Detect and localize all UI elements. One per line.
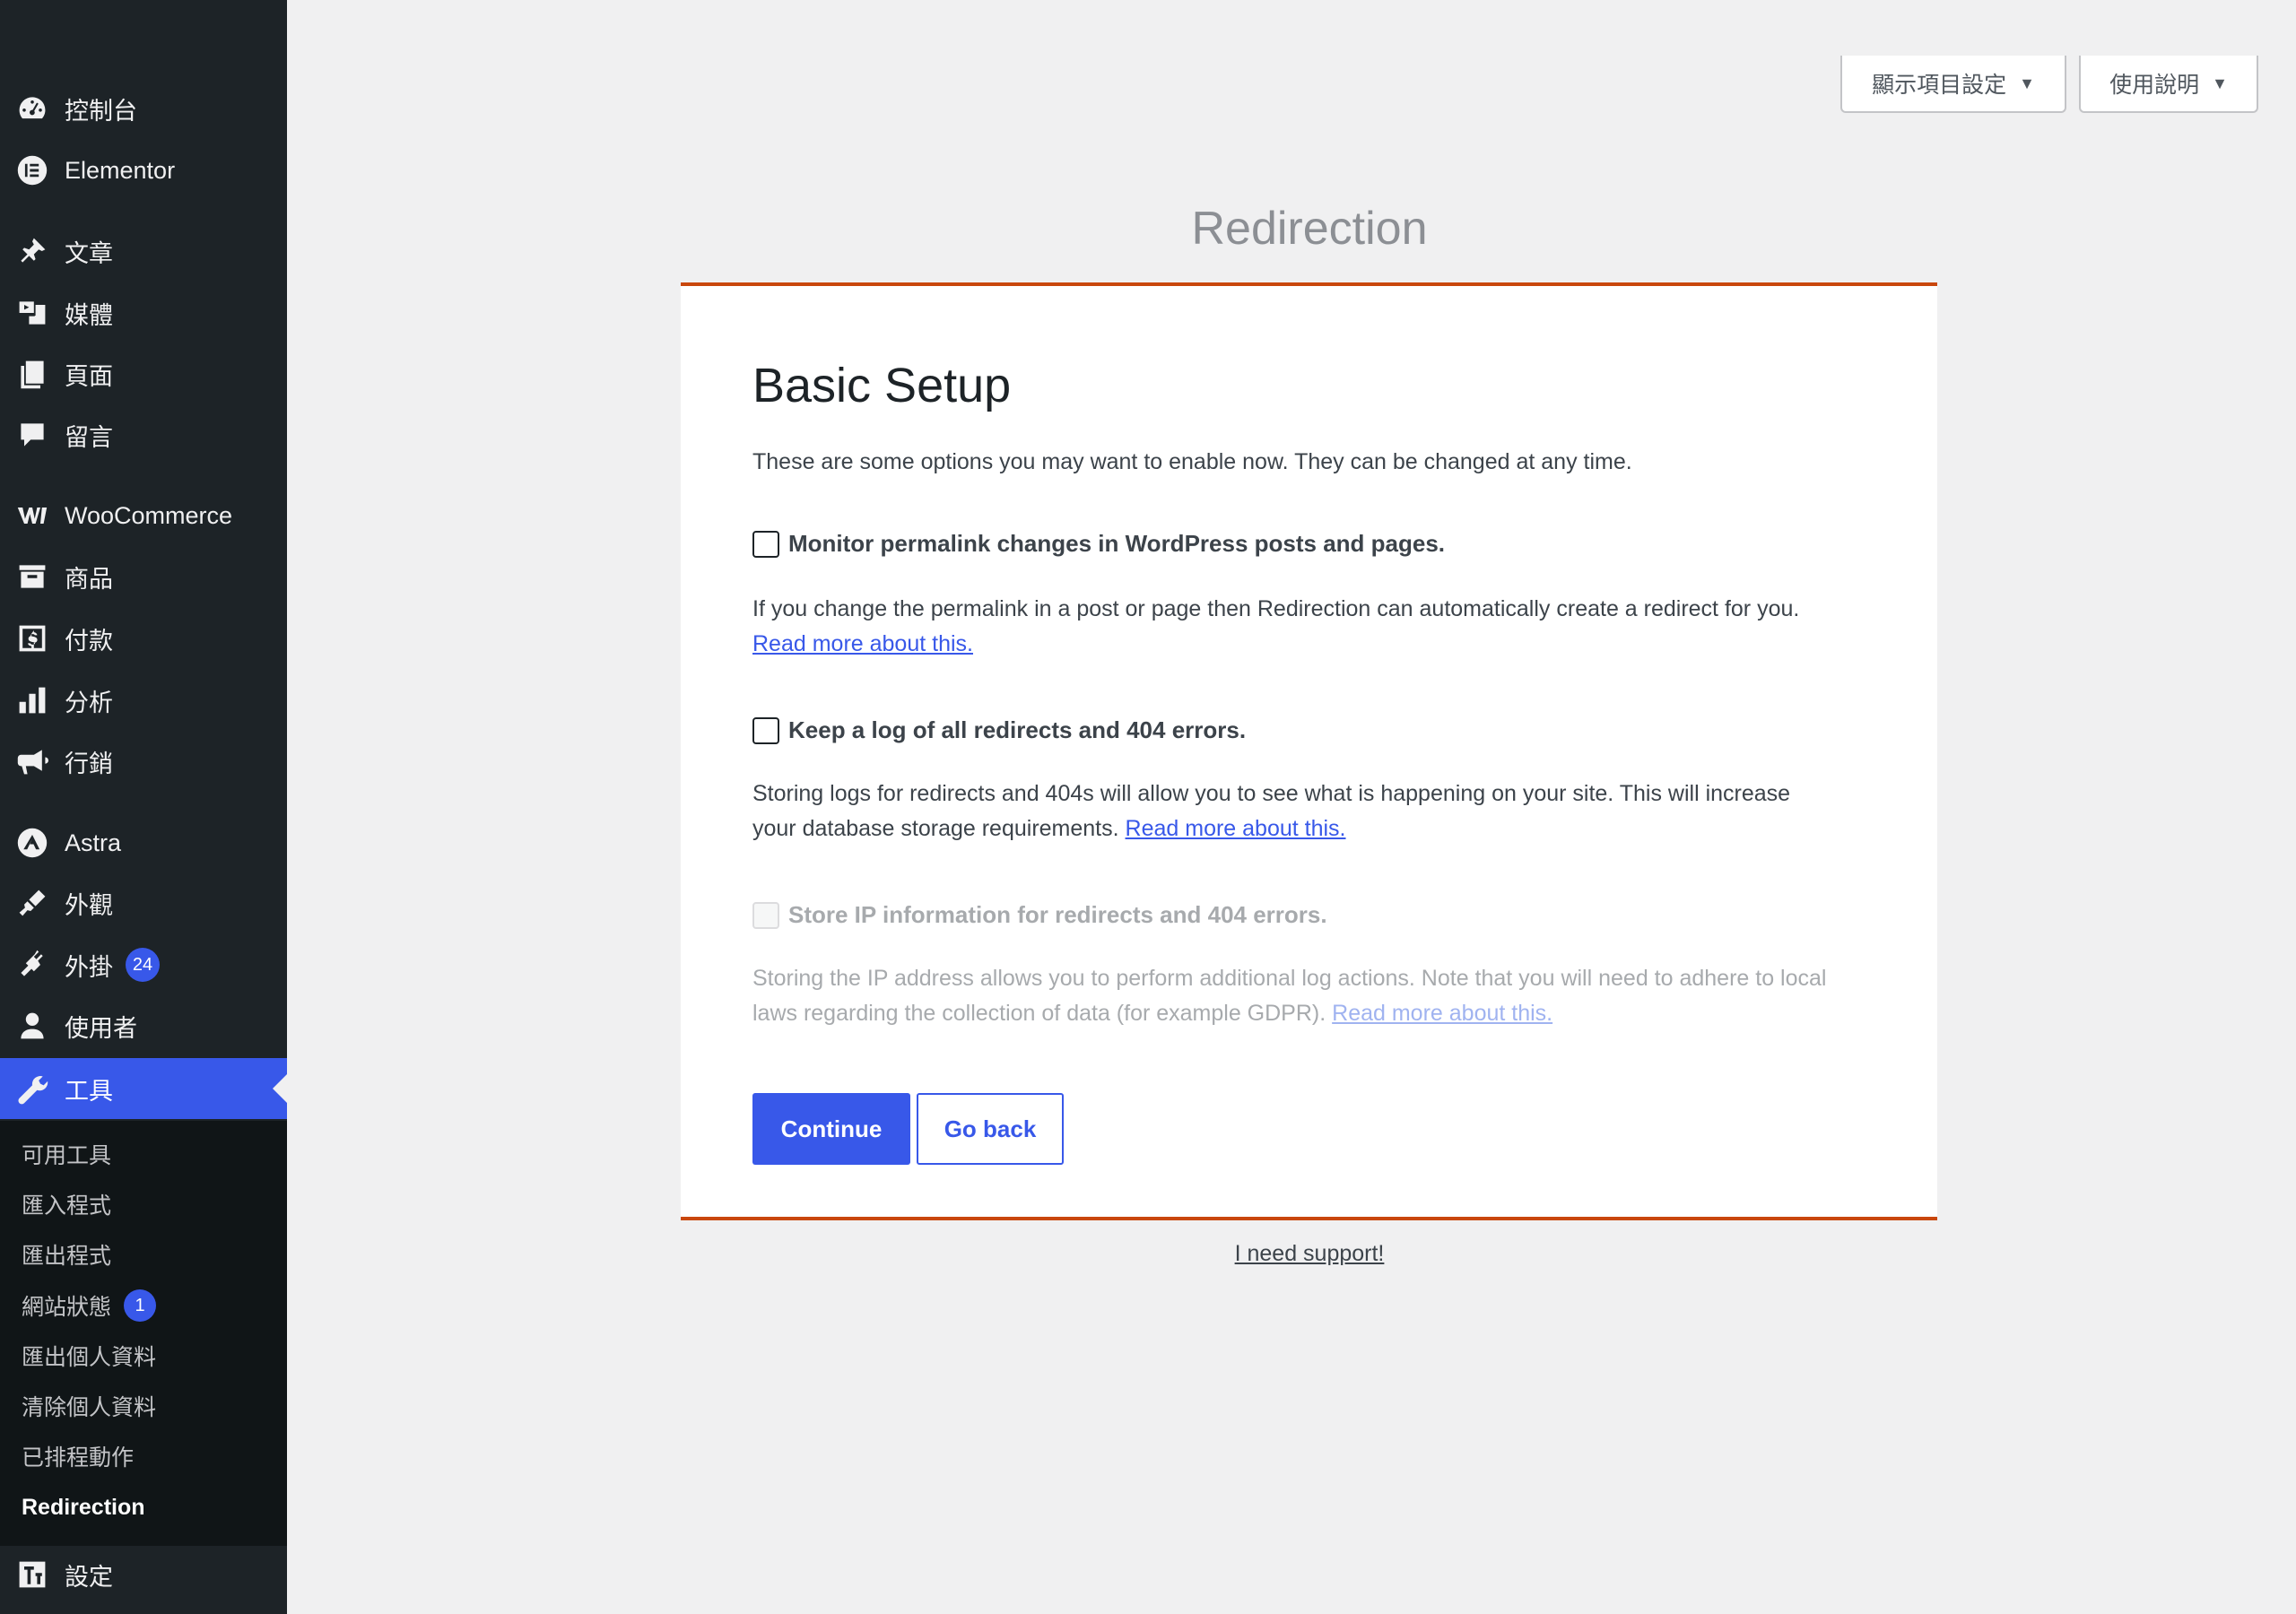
read-more-link: Read more about this.	[1332, 1001, 1553, 1026]
dashboard-icon	[14, 91, 50, 126]
option-label: Store IP information for redirects and 4…	[788, 901, 1327, 928]
sidebar-item-label: Astra	[65, 829, 122, 856]
comment-icon	[14, 417, 50, 453]
option-label: Monitor permalink changes in WordPress p…	[788, 530, 1446, 557]
tools-submenu: 可用工具 匯入程式 匯出程式 網站狀態 1 匯出個人資料 清除個人資料 已排程動…	[0, 1121, 287, 1546]
sidebar-item-label: 留言	[65, 423, 113, 451]
payment-icon	[14, 620, 50, 656]
screen-options-button[interactable]: 顯示項目設定 ▼	[1840, 56, 2066, 113]
sidebar-item-users[interactable]: 使用者	[0, 997, 287, 1054]
sidebar-item-label: 頁面	[65, 362, 113, 390]
option-store-ip: Store IP information for redirects and 4…	[752, 901, 1327, 929]
sidebar-item-payments[interactable]: 付款	[0, 610, 287, 667]
media-icon	[14, 295, 50, 331]
elementor-icon	[14, 152, 50, 188]
plugin-icon	[14, 947, 50, 983]
read-more-link[interactable]: Read more about this.	[1126, 816, 1346, 841]
sidebar-item-settings[interactable]: 設定	[0, 1546, 287, 1603]
support-link[interactable]: I need support!	[682, 1241, 1937, 1267]
pin-icon	[14, 233, 50, 269]
setup-title: Basic Setup	[752, 359, 1012, 412]
setup-panel: Basic Setup These are some options you m…	[681, 282, 1937, 1220]
help-label: 使用說明	[2109, 73, 2200, 98]
sidebar-item-label: Elementor	[65, 156, 176, 184]
sidebar-item-comments[interactable]: 留言	[0, 406, 287, 464]
submenu-item-scheduled-actions[interactable]: 已排程動作	[22, 1438, 134, 1474]
chart-icon	[14, 682, 50, 718]
sidebar-item-pages[interactable]: 頁面	[0, 345, 287, 403]
megaphone-icon	[14, 743, 50, 779]
sidebar-item-label: 控制台	[65, 97, 137, 125]
sidebar-item-label: 付款	[65, 627, 113, 655]
sidebar-item-label: 外觀	[65, 891, 113, 919]
keep-log-checkbox[interactable]	[752, 716, 779, 744]
plugins-update-badge: 24	[126, 948, 160, 982]
read-more-link[interactable]: Read more about this.	[752, 631, 973, 656]
archive-icon	[14, 559, 50, 594]
store-ip-checkbox	[752, 901, 779, 929]
submenu-item-erase-personal-data[interactable]: 清除個人資料	[22, 1388, 156, 1424]
sidebar-item-dashboard[interactable]: 控制台	[0, 80, 287, 137]
submenu-item-available-tools[interactable]: 可用工具	[22, 1136, 111, 1172]
submenu-item-export-personal-data[interactable]: 匯出個人資料	[22, 1338, 156, 1374]
sidebar-item-woocommerce[interactable]: WooCommerce	[0, 487, 287, 544]
sidebar-item-label: 設定	[65, 1563, 113, 1591]
sidebar-item-label: WooCommerce	[65, 501, 233, 529]
sidebar-item-posts[interactable]: 文章	[0, 222, 287, 280]
sidebar-item-products[interactable]: 商品	[0, 548, 287, 605]
sidebar-item-label: 外掛	[65, 953, 113, 981]
sidebar-item-plugins[interactable]: 外掛 24	[0, 936, 287, 994]
sidebar-item-label: 商品	[65, 565, 113, 593]
option-description-text: Storing the IP address allows you to per…	[752, 966, 1827, 1026]
screen-options-label: 顯示項目設定	[1872, 73, 2007, 98]
astra-icon	[14, 825, 50, 861]
continue-button[interactable]: Continue	[752, 1093, 910, 1165]
caret-down-icon: ▼	[2212, 74, 2228, 92]
option-description-text: If you change the permalink in a post or…	[752, 596, 1800, 621]
sidebar-item-analytics[interactable]: 分析	[0, 672, 287, 729]
go-back-button[interactable]: Go back	[917, 1093, 1064, 1165]
submenu-item-label: 網站狀態	[22, 1295, 112, 1320]
sidebar-item-media[interactable]: 媒體	[0, 284, 287, 342]
option-keep-log[interactable]: Keep a log of all redirects and 404 erro…	[752, 716, 1246, 744]
submenu-item-redirection[interactable]: Redirection	[22, 1489, 145, 1525]
admin-sidebar: 控制台 Elementor 文章 媒體 頁面 留言 WooCommerce 商品…	[0, 0, 287, 1614]
caret-down-icon: ▼	[2019, 74, 2035, 92]
sidebar-item-appearance[interactable]: 外觀	[0, 874, 287, 932]
site-health-badge: 1	[124, 1289, 157, 1322]
sidebar-item-label: 文章	[65, 239, 113, 267]
sidebar-item-label: 分析	[65, 689, 113, 716]
brush-icon	[14, 885, 50, 921]
help-button[interactable]: 使用說明 ▼	[2079, 56, 2258, 113]
sidebar-item-marketing[interactable]: 行銷	[0, 733, 287, 790]
sidebar-item-label: 行銷	[65, 750, 113, 777]
option-description: Storing the IP address allows you to per…	[752, 961, 1829, 1031]
monitor-permalinks-checkbox[interactable]	[752, 530, 779, 558]
option-description: Storing logs for redirects and 404s will…	[752, 777, 1829, 846]
pages-icon	[14, 356, 50, 392]
plugin-title: Redirection	[1191, 203, 1428, 255]
wrench-icon	[14, 1071, 50, 1106]
settings-icon	[14, 1557, 50, 1592]
sidebar-item-elementor[interactable]: Elementor	[0, 142, 287, 199]
setup-intro: These are some options you may want to e…	[752, 449, 1632, 474]
submenu-item-export[interactable]: 匯出程式	[22, 1237, 111, 1272]
option-monitor-permalinks[interactable]: Monitor permalink changes in WordPress p…	[752, 530, 1445, 558]
user-icon	[14, 1008, 50, 1044]
sidebar-item-label: 媒體	[65, 301, 113, 329]
woocommerce-icon	[14, 498, 50, 534]
sidebar-item-astra[interactable]: Astra	[0, 814, 287, 872]
option-description: If you change the permalink in a post or…	[752, 592, 1829, 662]
submenu-item-site-health[interactable]: 網站狀態 1	[22, 1288, 157, 1323]
submenu-item-import[interactable]: 匯入程式	[22, 1186, 111, 1222]
sidebar-item-label: 使用者	[65, 1014, 137, 1042]
sidebar-item-label: 工具	[65, 1077, 113, 1105]
sidebar-item-tools[interactable]: 工具	[0, 1058, 287, 1119]
option-label: Keep a log of all redirects and 404 erro…	[788, 716, 1247, 743]
